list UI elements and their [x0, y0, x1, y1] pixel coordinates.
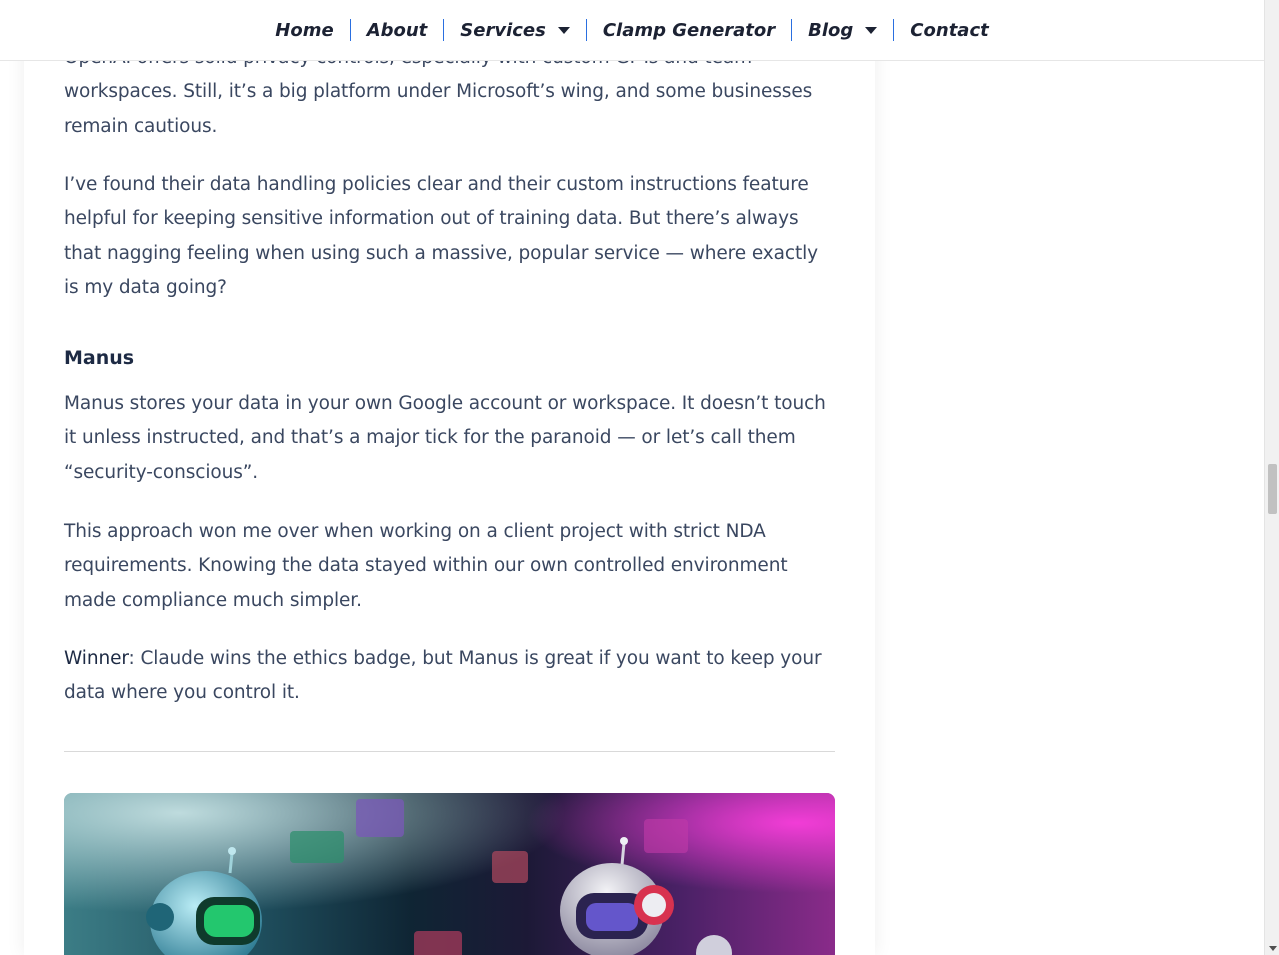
chevron-down-icon[interactable]	[557, 26, 570, 34]
robots-illustration-icon	[64, 793, 835, 955]
manus-nda-paragraph: This approach won me over when working o…	[64, 521, 788, 611]
nav-label: Blog	[808, 19, 854, 41]
main-nav: Home About Services Clamp Generator Blog…	[259, 19, 1004, 41]
nav-item-contact[interactable]: Contact	[894, 20, 1004, 41]
winner-label: Winner	[64, 648, 129, 669]
nav-label: Contact	[910, 19, 989, 41]
winner-text: : Claude wins the ethics badge, but Manu…	[64, 648, 822, 704]
manus-storage-paragraph: Manus stores your data in your own Googl…	[64, 393, 826, 483]
paragraph-line: remain cautious.	[64, 115, 218, 137]
top-navigation-bar: Home About Services Clamp Generator Blog…	[0, 0, 1264, 61]
nav-label: About	[366, 19, 428, 41]
scrollbar-thumb[interactable]	[1268, 464, 1277, 514]
openai-data-handling-paragraph: I’ve found their data handling policies …	[64, 174, 818, 298]
nav-item-clamp-generator[interactable]: Clamp Generator	[587, 20, 791, 41]
nav-label: Services	[460, 19, 546, 41]
nav-label: Home	[275, 19, 334, 41]
robots-illustration-image	[64, 793, 835, 955]
winner-paragraph: Winner: Claude wins the ethics badge, bu…	[64, 642, 835, 711]
scroll-down-arrow-icon[interactable]	[1269, 946, 1277, 951]
nav-item-services[interactable]: Services	[444, 20, 586, 41]
section-heading-manus: Manus	[64, 347, 135, 369]
nav-item-about[interactable]: About	[351, 20, 444, 41]
vertical-scrollbar[interactable]	[1264, 0, 1279, 955]
chevron-down-icon[interactable]	[865, 26, 878, 34]
paragraph-line: workspaces. Still, it’s a big platform u…	[64, 81, 813, 103]
nav-item-home[interactable]: Home	[259, 20, 349, 41]
nav-label: Clamp Generator	[602, 19, 776, 41]
section-divider	[64, 751, 835, 752]
nav-item-blog[interactable]: Blog	[792, 20, 893, 41]
article-card: OpenAI offers solid privacy controls, es…	[24, 0, 875, 955]
